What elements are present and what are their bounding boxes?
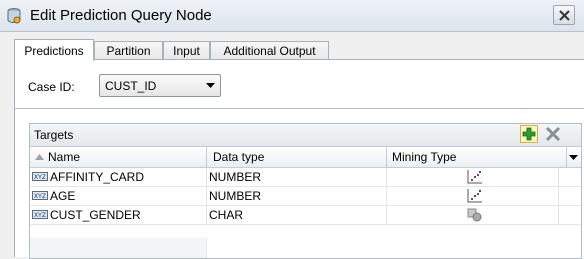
row-name-cell: XYZ AFFINITY_CARD — [30, 168, 207, 187]
xyz-attribute-icon: XYZ — [32, 191, 48, 200]
row-name: AFFINITY_CARD — [50, 170, 145, 184]
row-name-cell: XYZ CUST_GENDER — [30, 206, 207, 225]
table-row[interactable]: XYZ AGE NUMBER — [30, 187, 581, 206]
svg-text:XYZ: XYZ — [34, 212, 46, 219]
svg-text:XYZ: XYZ — [34, 193, 46, 200]
case-id-select[interactable]: CUST_ID — [99, 74, 221, 97]
column-header-name[interactable]: Name — [30, 147, 207, 167]
table-row[interactable]: XYZ CUST_GENDER CHAR — [30, 206, 581, 225]
svg-text:XYZ: XYZ — [34, 174, 46, 181]
categorical-shapes-icon — [467, 208, 482, 222]
remove-x-icon — [545, 126, 561, 142]
row-mining-type — [387, 168, 559, 187]
case-id-value: CUST_ID — [105, 79, 157, 93]
xyz-attribute-icon: XYZ — [32, 210, 48, 219]
row-mining-type — [387, 206, 559, 225]
table-row[interactable]: XYZ AFFINITY_CARD NUMBER — [30, 168, 581, 187]
column-header-row: Name Data type Mining Type — [30, 147, 581, 168]
add-plus-icon — [522, 127, 536, 141]
tab-input[interactable]: Input — [163, 41, 210, 60]
case-id-label: Case ID: — [28, 80, 75, 94]
database-node-icon — [7, 8, 21, 24]
column-header-name-label: Name — [48, 150, 81, 164]
targets-title: Targets — [34, 128, 74, 142]
targets-table: Targets Name Data type Mining Type XYZ A… — [29, 123, 582, 259]
row-name: AGE — [50, 189, 76, 203]
column-header-mining-type[interactable]: Mining Type — [387, 147, 567, 167]
close-button[interactable] — [553, 5, 575, 25]
window-title: Edit Prediction Query Node — [30, 7, 212, 24]
row-data-type: CHAR — [207, 206, 387, 225]
tab-partition[interactable]: Partition — [94, 41, 163, 60]
predictions-panel: Case ID: CUST_ID Targets Name Data type … — [14, 59, 584, 259]
sort-ascending-icon — [35, 154, 44, 160]
remove-target-button[interactable] — [544, 125, 562, 143]
row-name: CUST_GENDER — [50, 208, 141, 222]
tab-predictions[interactable]: Predictions — [14, 39, 94, 61]
column-menu-button[interactable] — [567, 147, 581, 167]
row-mining-type — [387, 187, 559, 206]
close-icon — [559, 10, 570, 21]
column-header-data-type[interactable]: Data type — [207, 147, 387, 167]
row-name-cell: XYZ AGE — [30, 187, 207, 206]
chevron-down-icon — [569, 155, 578, 160]
empty-name-area — [30, 238, 207, 258]
xyz-attribute-icon: XYZ — [32, 172, 48, 181]
title-bar: Edit Prediction Query Node — [0, 0, 584, 32]
row-data-type: NUMBER — [207, 168, 387, 187]
numerical-scatter-icon — [467, 170, 482, 184]
divider — [15, 108, 584, 109]
add-target-button[interactable] — [520, 125, 538, 143]
chevron-down-icon — [206, 83, 215, 88]
tab-additional-output[interactable]: Additional Output — [210, 41, 329, 60]
numerical-scatter-icon — [467, 189, 482, 203]
row-data-type: NUMBER — [207, 187, 387, 206]
targets-header: Targets — [30, 124, 581, 147]
